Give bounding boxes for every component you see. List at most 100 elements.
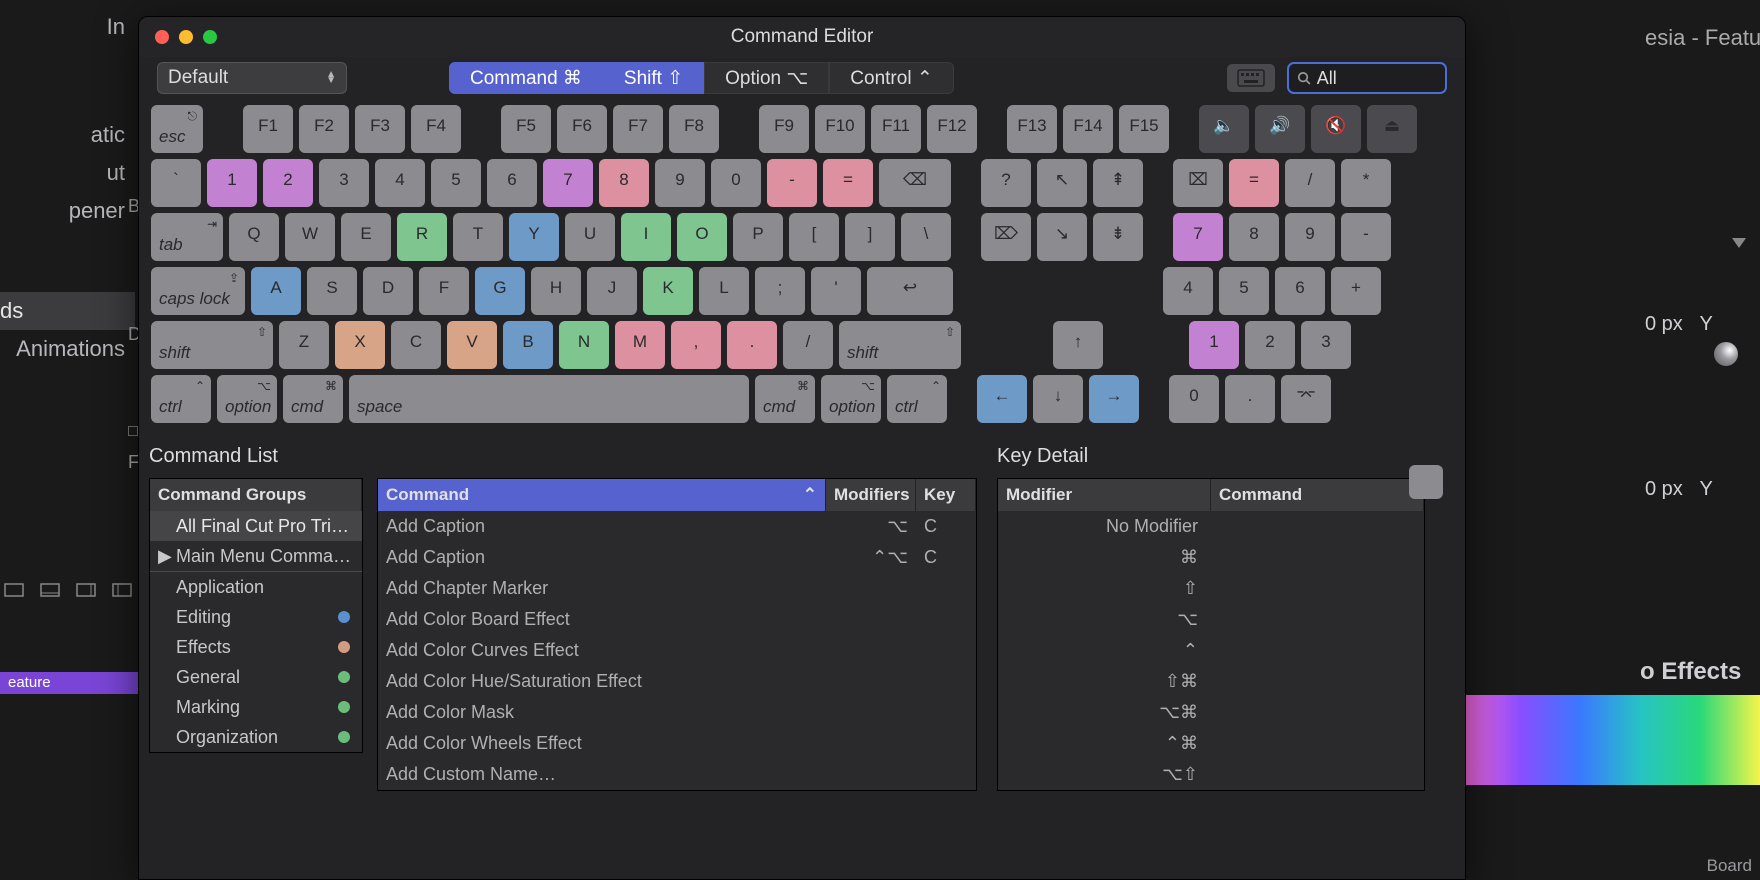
search-input[interactable] — [1317, 68, 1437, 89]
key-detail-row[interactable]: ⌘ — [998, 542, 1424, 573]
key-l[interactable]: L — [699, 267, 749, 315]
modifier-control[interactable]: Control ⌃ — [829, 62, 953, 94]
command-group-row[interactable]: ▶Main Menu Comma… — [150, 541, 362, 571]
command-row[interactable]: Add Color Wheels Effect — [378, 728, 976, 759]
command-group-row[interactable]: All Final Cut Pro Tri… — [150, 511, 362, 541]
key-period[interactable]: . — [727, 321, 777, 369]
key-up[interactable]: ↑ — [1053, 321, 1103, 369]
key-3[interactable]: 3 — [319, 159, 369, 207]
key-rightctrl[interactable]: ⌃ctrl — [887, 375, 947, 423]
key-voldown-icon[interactable]: 🔈 — [1199, 105, 1249, 153]
key-esc[interactable]: ⎋esc — [151, 105, 203, 153]
key-rightoption[interactable]: ⌥option — [821, 375, 881, 423]
key-f6[interactable]: F6 — [557, 105, 607, 153]
key-pageup-icon[interactable]: ⇞ — [1093, 159, 1143, 207]
key-0[interactable]: 0 — [711, 159, 761, 207]
key-leftcmd[interactable]: ⌘cmd — [283, 375, 343, 423]
command-row[interactable]: Add Custom Name… — [378, 759, 976, 790]
bg-checkbox[interactable] — [128, 426, 138, 436]
key-mute-icon[interactable]: 🔇 — [1311, 105, 1361, 153]
key-detail-row[interactable]: ⌃ — [998, 635, 1424, 666]
key-leftoption[interactable]: ⌥option — [217, 375, 277, 423]
key-t[interactable]: T — [453, 213, 503, 261]
search-field[interactable] — [1287, 62, 1447, 94]
key-delete[interactable]: ⌫ — [879, 159, 951, 207]
key-h[interactable]: H — [531, 267, 581, 315]
key-f11[interactable]: F11 — [871, 105, 921, 153]
header-key[interactable]: Key — [916, 479, 976, 511]
key-detail-row[interactable]: ⌥ — [998, 604, 1424, 635]
key-np2[interactable]: 2 — [1245, 321, 1295, 369]
key-u[interactable]: U — [565, 213, 615, 261]
key-help[interactable]: ? — [981, 159, 1031, 207]
modifier-command[interactable]: Command ⌘ — [449, 62, 603, 94]
key-fwddelete-icon[interactable]: ⌦ — [981, 213, 1031, 261]
key-detail-row[interactable]: ⌃⌘ — [998, 728, 1424, 759]
key-slash[interactable]: / — [783, 321, 833, 369]
key-f13[interactable]: F13 — [1007, 105, 1057, 153]
key-np-slash[interactable]: / — [1285, 159, 1335, 207]
key-return[interactable]: ↩ — [867, 267, 953, 315]
key-k[interactable]: K — [643, 267, 693, 315]
key-semicolon[interactable]: ; — [755, 267, 805, 315]
key-np7[interactable]: 7 — [1173, 213, 1223, 261]
command-row[interactable]: Add Color Mask — [378, 697, 976, 728]
key-np6[interactable]: 6 — [1275, 267, 1325, 315]
category-row[interactable]: Organization — [150, 722, 362, 752]
key-2[interactable]: 2 — [263, 159, 313, 207]
command-row[interactable]: Add Chapter Marker — [378, 573, 976, 604]
key-4[interactable]: 4 — [375, 159, 425, 207]
key-rightcmd[interactable]: ⌘cmd — [755, 375, 815, 423]
header-command[interactable]: Command⌃ — [378, 479, 826, 511]
key-np8[interactable]: 8 — [1229, 213, 1279, 261]
bg-radio[interactable] — [1714, 342, 1738, 366]
key-np-dot[interactable]: . — [1225, 375, 1275, 423]
category-row[interactable]: Editing — [150, 602, 362, 632]
key-f12[interactable]: F12 — [927, 105, 977, 153]
key-np1[interactable]: 1 — [1189, 321, 1239, 369]
category-row[interactable]: Marking — [150, 692, 362, 722]
key-np-plus[interactable]: + — [1331, 267, 1381, 315]
modifier-option[interactable]: Option ⌥ — [704, 62, 829, 94]
key-down[interactable]: ↓ — [1033, 375, 1083, 423]
key-j[interactable]: J — [587, 267, 637, 315]
key-m[interactable]: M — [615, 321, 665, 369]
key-f9[interactable]: F9 — [759, 105, 809, 153]
key-detail-row[interactable]: ⌥⌘ — [998, 697, 1424, 728]
command-row[interactable]: Add Caption⌥C — [378, 511, 976, 542]
header-kd-command[interactable]: Command — [1211, 479, 1424, 511]
key-np9[interactable]: 9 — [1285, 213, 1335, 261]
key-n[interactable]: N — [559, 321, 609, 369]
key-detail-toggle[interactable] — [1409, 465, 1443, 499]
key-np-enter-icon[interactable]: ⌤ — [1281, 375, 1331, 423]
key-p[interactable]: P — [733, 213, 783, 261]
key-f7[interactable]: F7 — [613, 105, 663, 153]
key-minus[interactable]: - — [767, 159, 817, 207]
key-equals[interactable]: = — [823, 159, 873, 207]
key-d[interactable]: D — [363, 267, 413, 315]
key-9[interactable]: 9 — [655, 159, 705, 207]
key-o[interactable]: O — [677, 213, 727, 261]
key-f5[interactable]: F5 — [501, 105, 551, 153]
key-s[interactable]: S — [307, 267, 357, 315]
key-detail-row[interactable]: ⌥⇧ — [998, 759, 1424, 790]
key-np3[interactable]: 3 — [1301, 321, 1351, 369]
key-x[interactable]: X — [335, 321, 385, 369]
key-backslash[interactable]: \ — [901, 213, 951, 261]
key-right[interactable]: → — [1089, 375, 1139, 423]
key-f8[interactable]: F8 — [669, 105, 719, 153]
key-leftshift[interactable]: ⇧shift — [151, 321, 273, 369]
key-home-icon[interactable]: ↖ — [1037, 159, 1087, 207]
bg-timeline-tab[interactable]: eature — [0, 672, 138, 694]
key-detail-row[interactable]: ⇧⌘ — [998, 666, 1424, 697]
key-e[interactable]: E — [341, 213, 391, 261]
key-np5[interactable]: 5 — [1219, 267, 1269, 315]
key-eject-icon[interactable]: ⏏ — [1367, 105, 1417, 153]
command-row[interactable]: Add Color Board Effect — [378, 604, 976, 635]
key-leftctrl[interactable]: ⌃ctrl — [151, 375, 211, 423]
key-b[interactable]: B — [503, 321, 553, 369]
key-g[interactable]: G — [475, 267, 525, 315]
key-np0[interactable]: 0 — [1169, 375, 1219, 423]
key-7[interactable]: 7 — [543, 159, 593, 207]
key-z[interactable]: Z — [279, 321, 329, 369]
